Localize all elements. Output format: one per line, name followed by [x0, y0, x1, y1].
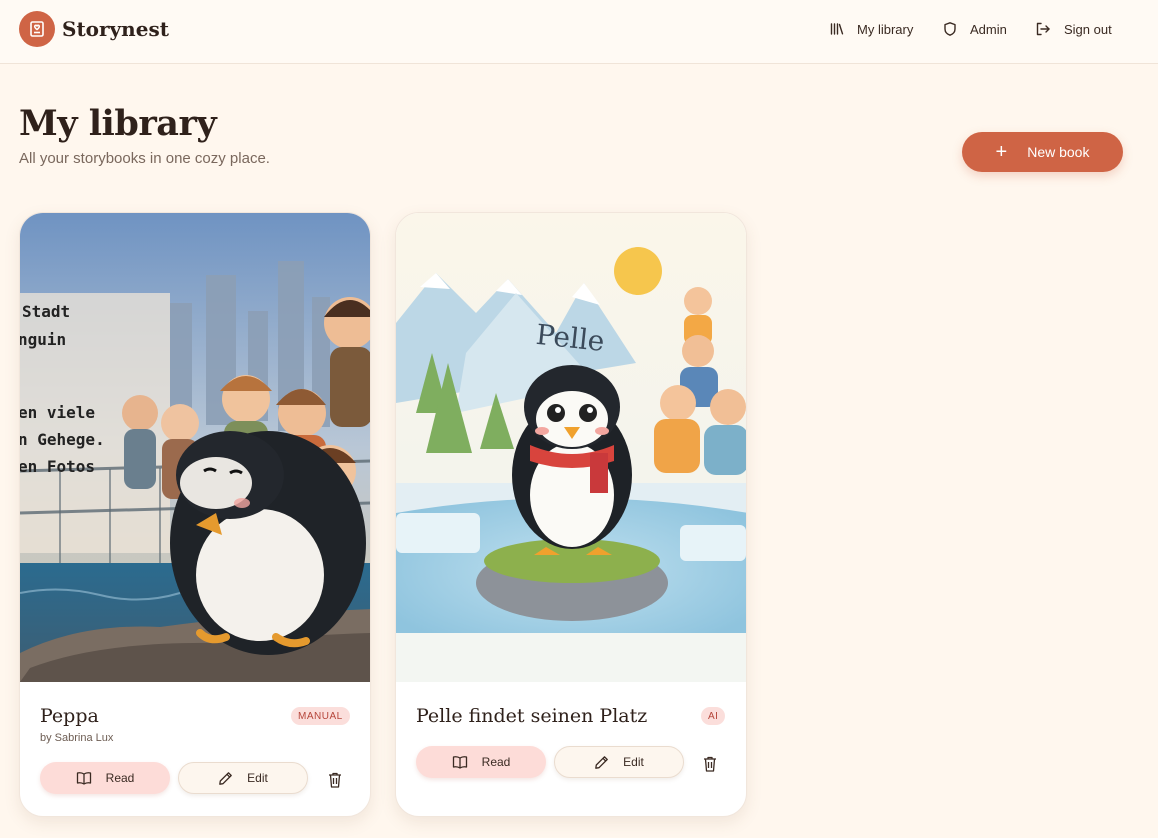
read-label: Read — [105, 771, 135, 785]
nav-item-admin[interactable]: Admin — [942, 17, 1007, 41]
cover-text-line: n Gehege. — [20, 430, 105, 449]
nav-label: Sign out — [1064, 21, 1112, 37]
book-source-badge: MANUAL — [291, 707, 350, 725]
read-button[interactable]: Read — [40, 762, 170, 794]
pencil-icon — [219, 771, 233, 785]
new-book-label: New book — [1027, 144, 1090, 160]
brand-name: Storynest — [62, 17, 169, 41]
book-card: Stadt nguin en viele n Gehege. en Fotos … — [19, 212, 371, 817]
read-label: Read — [481, 755, 511, 769]
nav-label: Admin — [970, 21, 1007, 37]
book-cover-image[interactable]: Stadt nguin en viele n Gehege. en Fotos — [20, 213, 370, 682]
nav-item-my-library[interactable]: My library — [829, 17, 913, 41]
nav-item-sign-out[interactable]: Sign out — [1034, 17, 1112, 41]
open-book-icon — [452, 756, 467, 769]
book-title: Peppa — [40, 705, 99, 727]
new-book-button[interactable]: + New book — [962, 132, 1123, 172]
book-card: Pelle Pelle findet seinen Platz AI Read … — [395, 212, 747, 817]
nav-label: My library — [857, 21, 914, 37]
trash-icon[interactable] — [327, 771, 343, 789]
cover-text-line: en viele — [20, 403, 95, 422]
cover-text-line: Stadt — [22, 302, 70, 321]
trash-icon[interactable] — [702, 755, 718, 773]
read-button[interactable]: Read — [416, 746, 546, 778]
shield-icon — [944, 22, 956, 36]
page-subtitle: All your storybooks in one cozy place. — [19, 150, 270, 167]
sign-out-icon — [1036, 22, 1050, 36]
edit-button[interactable]: Edit — [554, 746, 684, 778]
book-title: Pelle findet seinen Platz — [416, 705, 648, 727]
plus-icon: + — [995, 141, 1008, 163]
page-title: My library — [19, 103, 217, 144]
top-navigation-bar: Storynest My library Admin Sign out — [0, 0, 1158, 64]
book-author: by Sabrina Lux — [40, 732, 114, 744]
cover-text-line: nguin — [20, 330, 66, 349]
edit-label: Edit — [623, 755, 644, 769]
edit-label: Edit — [247, 771, 268, 785]
book-source-badge: AI — [701, 707, 726, 725]
open-book-icon — [76, 772, 91, 785]
edit-button[interactable]: Edit — [178, 762, 308, 794]
brand[interactable]: Storynest — [19, 11, 169, 47]
pencil-icon — [595, 755, 609, 769]
book-cover-image[interactable]: Pelle — [396, 213, 746, 682]
book-logo-icon — [19, 11, 55, 47]
cover-text-line: en Fotos — [20, 457, 95, 476]
library-icon — [830, 23, 844, 35]
